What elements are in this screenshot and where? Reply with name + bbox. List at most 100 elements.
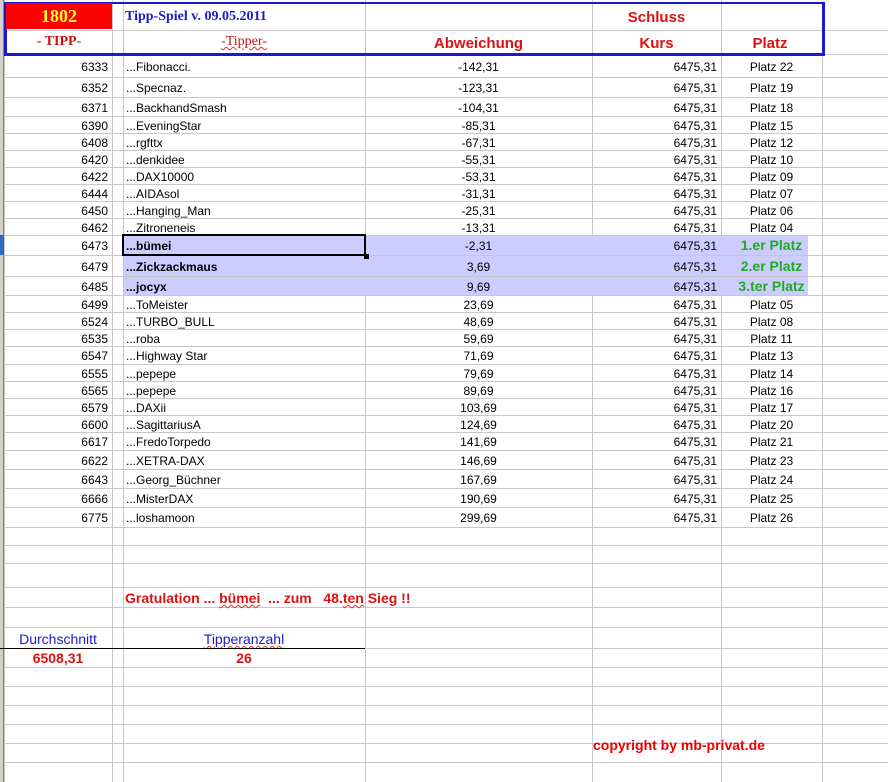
- kurs-value[interactable]: 6475,31: [592, 102, 717, 114]
- tipper-name[interactable]: ...jocyx: [126, 281, 362, 293]
- tipper-name[interactable]: ...XETRA-DAX: [126, 455, 362, 467]
- abweichung-value[interactable]: 299,69: [365, 512, 592, 524]
- platz-value[interactable]: Platz 11: [721, 333, 822, 345]
- tipp-value[interactable]: 6390: [4, 120, 108, 132]
- abweichung-value[interactable]: 124,69: [365, 419, 592, 431]
- kurs-value[interactable]: 6475,31: [592, 61, 717, 73]
- selected-cell[interactable]: [122, 234, 369, 259]
- abweichung-value[interactable]: 71,69: [365, 350, 592, 362]
- abweichung-value[interactable]: -13,31: [365, 222, 592, 234]
- tipp-value[interactable]: 6622: [4, 455, 108, 467]
- abweichung-value[interactable]: 9,69: [365, 281, 592, 293]
- kurs-value[interactable]: 6475,31: [592, 171, 717, 183]
- platz-value[interactable]: Platz 20: [721, 419, 822, 431]
- platz-value[interactable]: Platz 25: [721, 493, 822, 505]
- tipp-value[interactable]: 6499: [4, 299, 108, 311]
- abweichung-value[interactable]: -25,31: [365, 205, 592, 217]
- platz-value[interactable]: Platz 17: [721, 402, 822, 414]
- tipp-value[interactable]: 6535: [4, 333, 108, 345]
- tipper-name[interactable]: ...roba: [126, 333, 362, 345]
- tipp-value[interactable]: 6444: [4, 188, 108, 200]
- platz-value[interactable]: 2.er Platz: [721, 259, 822, 273]
- platz-value[interactable]: 1.er Platz: [721, 238, 822, 252]
- tipp-value[interactable]: 6547: [4, 350, 108, 362]
- platz-value[interactable]: Platz 12: [721, 137, 822, 149]
- kurs-value[interactable]: 6475,31: [592, 402, 717, 414]
- platz-value[interactable]: Platz 23: [721, 455, 822, 467]
- abweichung-value[interactable]: -142,31: [365, 61, 592, 73]
- abweichung-value[interactable]: 103,69: [365, 402, 592, 414]
- platz-value[interactable]: Platz 09: [721, 171, 822, 183]
- tipper-name[interactable]: ...AIDAsol: [126, 188, 362, 200]
- tipp-value[interactable]: 6333: [4, 61, 108, 73]
- tipper-name[interactable]: ...FredoTorpedo: [126, 436, 362, 448]
- tipper-name[interactable]: ...Zickzackmaus: [126, 261, 362, 273]
- platz-value[interactable]: Platz 08: [721, 316, 822, 328]
- platz-value[interactable]: Platz 06: [721, 205, 822, 217]
- tipper-name[interactable]: ...Specnaz.: [126, 82, 362, 94]
- tipp-value[interactable]: 6473: [4, 240, 108, 252]
- abweichung-value[interactable]: -67,31: [365, 137, 592, 149]
- platz-value[interactable]: Platz 26: [721, 512, 822, 524]
- kurs-value[interactable]: 6475,31: [592, 368, 717, 380]
- tipper-name[interactable]: ...Zitroneneis: [126, 222, 362, 234]
- kurs-value[interactable]: 6475,31: [592, 261, 717, 273]
- platz-value[interactable]: Platz 16: [721, 385, 822, 397]
- abweichung-value[interactable]: 146,69: [365, 455, 592, 467]
- abweichung-value[interactable]: -53,31: [365, 171, 592, 183]
- abweichung-value[interactable]: 167,69: [365, 474, 592, 486]
- abweichung-value[interactable]: 59,69: [365, 333, 592, 345]
- abweichung-value[interactable]: 89,69: [365, 385, 592, 397]
- abweichung-value[interactable]: -55,31: [365, 154, 592, 166]
- platz-value[interactable]: Platz 22: [721, 61, 822, 73]
- platz-value[interactable]: Platz 24: [721, 474, 822, 486]
- kurs-value[interactable]: 6475,31: [592, 512, 717, 524]
- kurs-value[interactable]: 6475,31: [592, 281, 717, 293]
- tipp-value[interactable]: 6524: [4, 316, 108, 328]
- tipper-name[interactable]: ...Georg_Büchner: [126, 474, 362, 486]
- kurs-value[interactable]: 6475,31: [592, 205, 717, 217]
- kurs-value[interactable]: 6475,31: [592, 333, 717, 345]
- tipp-value[interactable]: 6643: [4, 474, 108, 486]
- tipper-name[interactable]: ...MisterDAX: [126, 493, 362, 505]
- kurs-value[interactable]: 6475,31: [592, 493, 717, 505]
- kurs-value[interactable]: 6475,31: [592, 240, 717, 252]
- platz-value[interactable]: Platz 04: [721, 222, 822, 234]
- tipp-value[interactable]: 6352: [4, 82, 108, 94]
- kurs-value[interactable]: 6475,31: [592, 299, 717, 311]
- fill-handle[interactable]: [364, 254, 369, 259]
- tipp-value[interactable]: 6666: [4, 493, 108, 505]
- platz-value[interactable]: Platz 19: [721, 82, 822, 94]
- abweichung-value[interactable]: -104,31: [365, 102, 592, 114]
- tipper-name[interactable]: ...loshamoon: [126, 512, 362, 524]
- kurs-value[interactable]: 6475,31: [592, 82, 717, 94]
- abweichung-value[interactable]: 48,69: [365, 316, 592, 328]
- abweichung-value[interactable]: 190,69: [365, 493, 592, 505]
- kurs-value[interactable]: 6475,31: [592, 154, 717, 166]
- tipper-name[interactable]: ...SagittariusA: [126, 419, 362, 431]
- abweichung-value[interactable]: -85,31: [365, 120, 592, 132]
- tipper-name[interactable]: ...DAXii: [126, 402, 362, 414]
- tipper-name[interactable]: ...TURBO_BULL: [126, 316, 362, 328]
- tipper-name[interactable]: ...Fibonacci.: [126, 61, 362, 73]
- kurs-value[interactable]: 6475,31: [592, 436, 717, 448]
- kurs-value[interactable]: 6475,31: [592, 316, 717, 328]
- kurs-value[interactable]: 6475,31: [592, 385, 717, 397]
- platz-value[interactable]: Platz 15: [721, 120, 822, 132]
- tipp-value[interactable]: 6617: [4, 436, 108, 448]
- tipp-value[interactable]: 6565: [4, 385, 108, 397]
- kurs-value[interactable]: 6475,31: [592, 419, 717, 431]
- kurs-value[interactable]: 6475,31: [592, 474, 717, 486]
- tipper-name[interactable]: ...rgfttx: [126, 137, 362, 149]
- platz-value[interactable]: Platz 05: [721, 299, 822, 311]
- tipper-name[interactable]: ...DAX10000: [126, 171, 362, 183]
- tipper-name[interactable]: ...EveningStar: [126, 120, 362, 132]
- platz-value[interactable]: Platz 10: [721, 154, 822, 166]
- tipper-name[interactable]: ...BackhandSmash: [126, 102, 362, 114]
- platz-value[interactable]: Platz 07: [721, 188, 822, 200]
- platz-value[interactable]: 3.ter Platz: [721, 279, 822, 293]
- abweichung-value[interactable]: -31,31: [365, 188, 592, 200]
- tipp-value[interactable]: 6462: [4, 222, 108, 234]
- platz-value[interactable]: Platz 13: [721, 350, 822, 362]
- tipp-value[interactable]: 6479: [4, 261, 108, 273]
